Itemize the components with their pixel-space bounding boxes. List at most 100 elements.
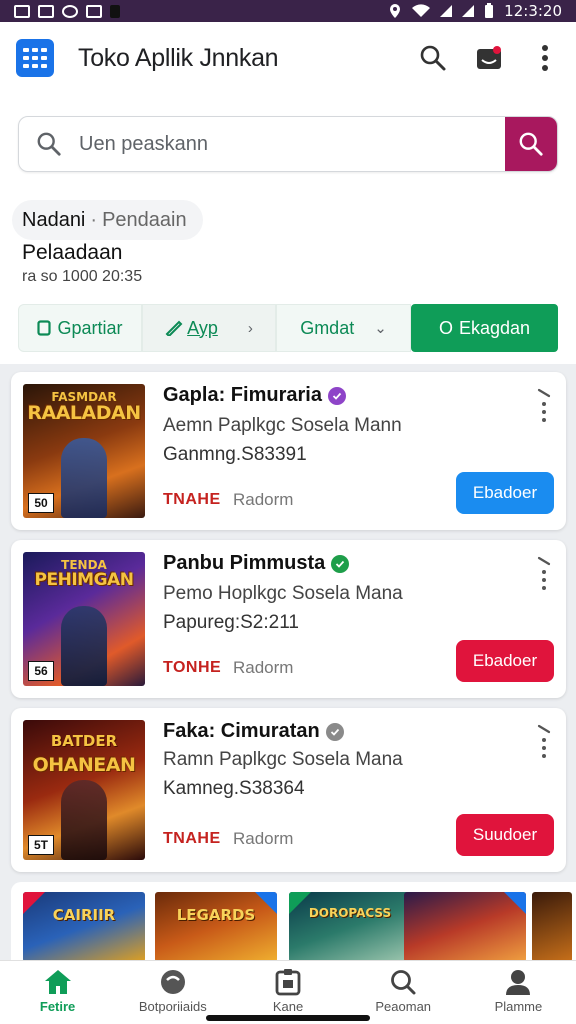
corner-badge — [23, 892, 45, 914]
status-left-icons — [14, 4, 120, 18]
cover-character — [61, 606, 107, 686]
featured-thumb[interactable]: LEGARDS — [155, 892, 277, 960]
signal-icon — [440, 5, 453, 17]
filter-chip-2[interactable]: Ayp › — [142, 304, 276, 352]
download-button[interactable]: Ebadoer — [456, 472, 554, 514]
app-logo-icon[interactable] — [16, 39, 54, 77]
notification-icon — [14, 4, 30, 18]
mail-icon — [86, 4, 102, 18]
more-vert-icon — [542, 402, 546, 422]
overflow-menu-button[interactable] — [530, 43, 560, 73]
filter-chip-1-label: Gpartiar — [57, 317, 123, 338]
download-button[interactable]: Ebadoer — [456, 640, 554, 682]
verified-badge-icon — [325, 722, 344, 741]
app-name: Gapla: Fimuraria — [163, 384, 346, 407]
cover-subtitle: BATDER — [50, 732, 118, 750]
cover-title: RAALADAN — [27, 402, 141, 424]
nav-label: Plamme — [494, 999, 543, 1014]
collapse-icon — [537, 556, 551, 566]
breadcrumb-main: Nadani — [22, 208, 86, 231]
app-bar: Toko Apllik Jnnkan — [0, 22, 576, 94]
featured-strip: CAIRIIR LEGARDS DOROPACSS — [11, 882, 576, 960]
mail-icon — [38, 4, 54, 18]
corner-badge — [289, 892, 311, 914]
corner-badge — [504, 892, 526, 914]
nav-item-home[interactable]: Fetire — [0, 961, 115, 1024]
nav-label: Botporiiaids — [138, 999, 207, 1014]
nav-item-profile[interactable]: Plamme — [461, 961, 576, 1024]
collapse-icon — [537, 724, 551, 734]
app-cover-image: TENDA PEHIMGAN 56 — [23, 552, 145, 686]
age-rating-badge: 50 — [28, 493, 54, 513]
download-button[interactable]: Suudoer — [456, 814, 554, 856]
section-meta: ra so 1000 20:35 — [22, 268, 143, 285]
card-menu-button[interactable] — [534, 556, 554, 596]
featured-thumb[interactable] — [532, 892, 572, 960]
card-menu-button[interactable] — [534, 724, 554, 764]
cover-character — [61, 780, 107, 860]
app-sub-label: Radorm — [233, 829, 294, 848]
edit-icon — [165, 320, 183, 336]
app-description: Pemo Hoplkgc Sosela Mana — [163, 583, 403, 604]
filter-chip-4[interactable]: O Ekagdan — [411, 304, 558, 352]
filter-chip-3-label: Gmdat — [300, 317, 355, 338]
search-input[interactable] — [79, 117, 505, 171]
search-icon — [37, 132, 61, 156]
section-title: Pelaadaan — [22, 241, 123, 264]
cover-title: PEHIMGAN — [34, 570, 134, 590]
app-name-text: Gapla: Fimuraria — [163, 384, 322, 406]
app-card[interactable]: TENDA PEHIMGAN 56 Panbu Pimmusta Pemo Ho… — [11, 540, 566, 698]
inbox-button[interactable] — [474, 43, 504, 73]
search-icon — [420, 45, 446, 71]
app-title: Toko Apllik Jnnkan — [78, 43, 279, 72]
featured-thumb[interactable] — [404, 892, 526, 960]
app-name-text: Faka: Cimuratan — [163, 720, 320, 742]
more-vert-icon — [542, 738, 546, 758]
app-sub-label: Radorm — [233, 658, 294, 677]
status-right-icons: 12:3:20 — [388, 2, 562, 20]
app-stat: Papureg:S2:211 — [163, 612, 299, 633]
featured-thumb[interactable]: CAIRIIR — [23, 892, 145, 960]
search-submit-button[interactable] — [505, 117, 557, 171]
app-card[interactable]: FASMDAR RAALADAN 50 Gapla: Fimuraria Aem… — [11, 372, 566, 530]
search-button[interactable] — [418, 43, 448, 73]
status-bar: 12:3:20 — [0, 0, 576, 22]
app-cover-image: BATDER OHANEAN 5T — [23, 720, 145, 860]
featured-thumb[interactable]: DOROPACSS — [289, 892, 411, 960]
breadcrumb[interactable]: Nadani · Pendaain — [12, 200, 203, 240]
filter-chip-3[interactable]: Gmdat ⌄ — [276, 304, 411, 352]
app-name: Faka: Cimuratan — [163, 720, 344, 743]
breadcrumb-separator: · — [90, 208, 98, 231]
search-icon — [391, 970, 416, 995]
chevron-down-icon: ⌄ — [374, 320, 387, 337]
bookmark-icon — [37, 320, 52, 336]
app-description: Ramn Paplkgc Sosela Mana — [163, 749, 403, 770]
card-menu-button[interactable] — [534, 388, 554, 428]
app-bar-actions — [418, 43, 560, 73]
app-stat: Ganmng.S83391 — [163, 444, 307, 465]
app-stat: Kamneg.S38364 — [163, 778, 305, 799]
app-tag: TONHE — [163, 659, 222, 676]
filter-chips: Gpartiar Ayp › Gmdat ⌄ O Ekagdan — [18, 304, 558, 354]
games-icon — [160, 970, 185, 994]
profile-icon — [506, 970, 531, 995]
filter-chip-2-label: Ayp — [187, 317, 218, 338]
filter-chip-4-prefix: O — [438, 317, 453, 338]
more-vert-icon — [542, 45, 548, 71]
app-card[interactable]: BATDER OHANEAN 5T Faka: Cimuratan Ramn P… — [11, 708, 566, 872]
app-sub-label: Radorm — [233, 490, 294, 509]
filter-chip-1[interactable]: Gpartiar — [18, 304, 142, 352]
battery-saver-icon — [110, 4, 120, 18]
apps-icon — [275, 969, 301, 996]
location-icon — [390, 4, 401, 18]
app-name-text: Panbu Pimmusta — [163, 552, 326, 574]
verified-badge-icon — [331, 554, 350, 573]
battery-icon — [485, 3, 494, 18]
home-icon — [44, 970, 71, 994]
app-name: Panbu Pimmusta — [163, 552, 350, 575]
verified-badge-icon — [327, 386, 346, 405]
age-rating-badge: 56 — [28, 661, 54, 681]
app-cover-image: FASMDAR RAALADAN 50 — [23, 384, 145, 518]
app-tag: TNAHE — [163, 830, 221, 847]
sync-icon — [62, 4, 78, 18]
